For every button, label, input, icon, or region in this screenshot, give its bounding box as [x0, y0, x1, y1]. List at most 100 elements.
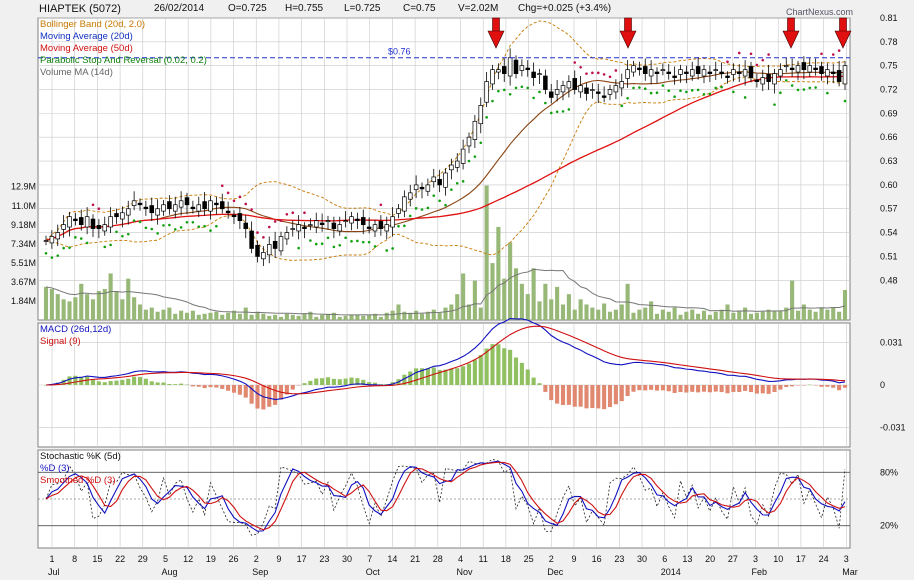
price-tick-label: 0.54 [880, 228, 898, 238]
sar-dot [743, 96, 747, 99]
candle-body [566, 81, 572, 89]
date-tick-label: 27 [728, 554, 738, 564]
volume-bar [296, 315, 301, 320]
candle-body [73, 218, 78, 222]
candle-body [572, 78, 578, 90]
sar-dot [549, 111, 553, 115]
candle-body [396, 208, 401, 214]
candle-body [631, 65, 636, 73]
volume-bar [355, 314, 360, 320]
sar-dot [273, 220, 277, 223]
macd-histogram-bar [325, 377, 331, 385]
candle-body [360, 217, 366, 225]
sar-dot [220, 184, 224, 187]
date-tick-label: 3 [753, 554, 758, 564]
volume-bar [819, 307, 824, 320]
date-tick-label: 29 [138, 554, 148, 564]
volume-bar [842, 290, 848, 320]
volume-bar [390, 310, 395, 320]
legend-stoch-d: %D (3) [40, 463, 70, 474]
candle-body [525, 67, 531, 71]
sar-dot [696, 88, 700, 92]
volume-bar [578, 299, 583, 320]
candle-body [707, 71, 713, 74]
candle-body [337, 224, 343, 232]
candle-body [308, 224, 313, 226]
sar-dot [573, 61, 577, 64]
date-tick-label: 5 [163, 554, 168, 564]
month-label: Mar [842, 567, 858, 577]
candle-body [331, 222, 337, 229]
macd-histogram-bar [337, 379, 342, 385]
sar-dot [755, 63, 759, 67]
macd-histogram-bar [619, 385, 624, 402]
volume-bar [737, 310, 742, 320]
volume-bar [461, 273, 466, 320]
volume-bar [631, 312, 636, 320]
sar-dot [826, 91, 829, 95]
macd-histogram-bar [531, 377, 536, 385]
macd-histogram-bar [126, 378, 131, 385]
sar-dot [173, 228, 177, 231]
macd-histogram-bar [590, 385, 595, 409]
macd-histogram-bar [302, 383, 307, 385]
volume-bar [543, 283, 548, 320]
macd-histogram-bar [308, 380, 313, 385]
sar-dot [79, 237, 83, 240]
sar-dot [50, 256, 54, 259]
sar-dot [132, 219, 136, 222]
candle-body [196, 204, 202, 212]
volume-bar [431, 309, 436, 320]
sar-dot [444, 203, 447, 207]
volume-tick-label: 1.84M [11, 296, 36, 306]
date-tick-label: 16 [592, 554, 602, 564]
volume-bar [790, 280, 795, 320]
sar-dot [497, 89, 500, 93]
volume-bar [196, 314, 201, 320]
sar-dot [209, 229, 212, 232]
volume-bar [167, 307, 172, 320]
macd-histogram-bar [243, 385, 248, 398]
volume-bar [108, 273, 113, 320]
candle-body [478, 105, 484, 125]
sar-dot [426, 206, 430, 210]
volume-bar [502, 278, 507, 320]
volume-bar [208, 312, 213, 320]
macd-histogram-bar [566, 385, 571, 405]
candle-body [243, 222, 249, 229]
date-tick-label: 2 [254, 554, 259, 564]
macd-histogram-bar [184, 384, 190, 386]
candle-body [413, 184, 419, 191]
candle-body [172, 204, 178, 212]
volume-bar [801, 304, 806, 320]
sar-dot [450, 188, 453, 191]
candle-body [202, 201, 207, 210]
sar-dot [168, 223, 171, 227]
volume-bar [161, 309, 166, 320]
candle-body [155, 208, 160, 216]
candle-body [825, 69, 830, 77]
macd-histogram-bar [543, 385, 548, 392]
sar-dot [732, 90, 735, 94]
price-tick-label: 0.75 [880, 61, 898, 71]
volume-bar [290, 314, 295, 320]
macd-histogram-bar [478, 355, 483, 385]
volume-bar [508, 242, 513, 320]
macd-histogram-bar [654, 385, 660, 391]
macd-histogram-bar [331, 378, 336, 385]
volume-bar [707, 314, 712, 320]
month-label: 2014 [661, 567, 681, 577]
candle-body [584, 87, 589, 94]
volume-bar [173, 313, 178, 320]
candle-body [748, 66, 754, 78]
macd-histogram-bar [502, 348, 507, 385]
arrow-shaft [492, 17, 500, 33]
sar-dot [579, 65, 582, 69]
candle-body [701, 69, 707, 77]
volume-bar [278, 316, 284, 320]
sar-dot [414, 207, 418, 210]
candle-body [108, 216, 113, 228]
volume-bar [743, 307, 748, 320]
sar-dot [626, 96, 629, 100]
macd-histogram-bar [537, 383, 542, 385]
